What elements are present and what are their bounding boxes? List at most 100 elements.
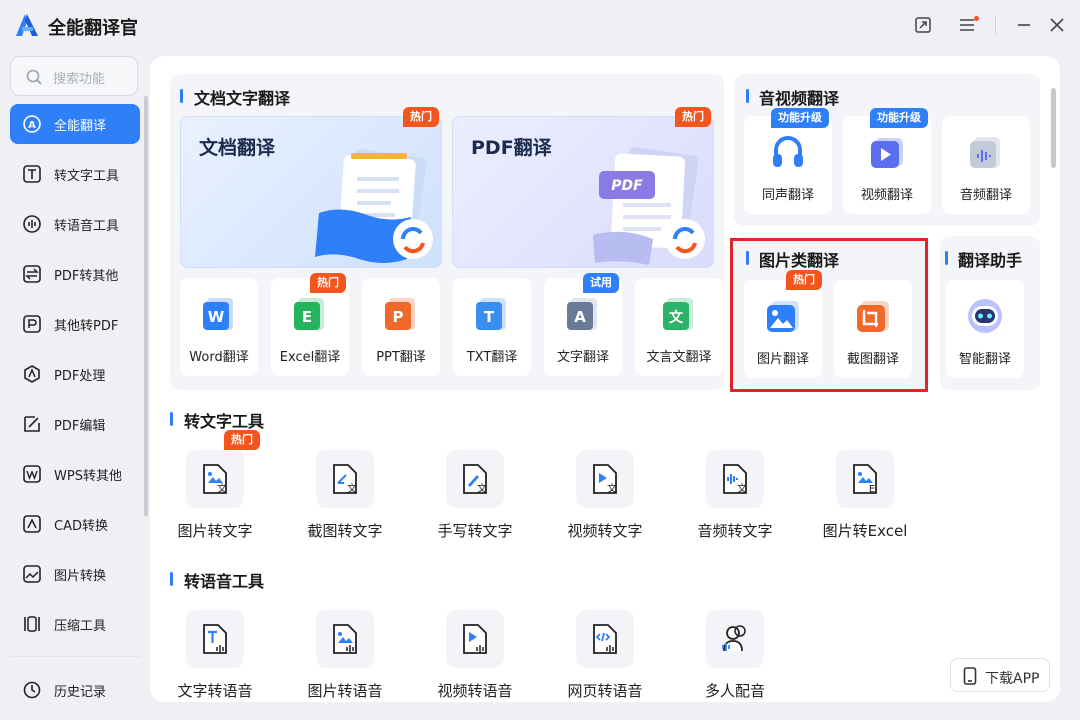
image-to-excel-tool[interactable]: E 图片转Excel	[815, 450, 915, 550]
sidebar-divider	[10, 656, 140, 657]
sidebar-item-pdf-process[interactable]: PDF处理	[10, 354, 140, 394]
sidebar-item-to-pdf[interactable]: 其他转PDF	[10, 304, 140, 344]
audio-to-text-tool[interactable]: 文 音频转文字	[685, 450, 785, 550]
highlight-box	[730, 238, 928, 392]
close-icon[interactable]	[1047, 16, 1067, 36]
image-convert-icon	[23, 565, 41, 583]
video-translate-tile[interactable]: 视频翻译	[843, 116, 931, 214]
video-to-speech-icon	[463, 624, 487, 654]
search-placeholder: 搜索功能	[53, 72, 106, 87]
sidebar-item-label: WPS转其他	[54, 469, 122, 484]
section-marker	[945, 251, 948, 265]
sidebar-item-pdf-convert[interactable]: PDF转其他	[10, 254, 140, 294]
screenshot-to-text-tool[interactable]: 文 截图转文字	[295, 450, 395, 550]
multi-person-icon	[722, 625, 746, 652]
app-title: 全能翻译官	[48, 18, 138, 39]
trial-badge: 试用	[583, 273, 619, 293]
text-letter-icon: A	[567, 298, 597, 330]
svg-text:A: A	[574, 308, 586, 326]
tool-icon-box: 文	[706, 450, 764, 508]
tool-label: 截图转文字	[307, 522, 383, 540]
pdf-edit-icon	[24, 416, 40, 432]
card-title: 文档翻译	[199, 137, 276, 159]
pdf-translate-card[interactable]: PDF翻译 PDF	[452, 116, 714, 268]
doc-translate-card[interactable]: 文档翻译	[180, 116, 442, 268]
pdf-illustration-icon: PDF	[593, 147, 705, 265]
menu-icon[interactable]	[957, 16, 979, 36]
svg-text:T: T	[484, 308, 495, 326]
hot-badge: 热门	[310, 273, 346, 293]
section-marker	[180, 89, 183, 103]
tool-icon-box: 文	[576, 450, 634, 508]
sidebar-item-text-tool[interactable]: 转文字工具	[10, 154, 140, 194]
ppt-translate-tile[interactable]: P PPT翻译	[362, 278, 440, 376]
tile-label: 文言文翻译	[646, 350, 712, 365]
cad-icon	[23, 515, 41, 533]
section-title: 音视频翻译	[759, 89, 840, 108]
image-to-text-tool[interactable]: 文 图片转文字	[165, 450, 265, 550]
txt-translate-tile[interactable]: T TXT翻译	[453, 278, 531, 376]
multi-voice-dubbing-tool[interactable]: 多人配音	[685, 610, 785, 702]
voice-tool-icon	[23, 215, 41, 233]
history-icon	[23, 681, 41, 699]
pdf-process-icon	[24, 365, 40, 383]
ppt-icon: P	[385, 298, 415, 330]
svg-text:P: P	[393, 308, 404, 326]
tool-icon-box: 文	[316, 450, 374, 508]
doc-translate-panel: 文档文字翻译 文档翻译 热门 PDF翻译 PDF 热门 W Word翻译 E E…	[170, 74, 724, 390]
tool-label: 手写转文字	[437, 522, 513, 540]
video-to-speech-tool[interactable]: 视频转语音	[425, 610, 525, 702]
sidebar-item-compress[interactable]: 压缩工具	[10, 604, 140, 644]
tile-label: PPT翻译	[376, 350, 426, 365]
screenshot-to-text-icon: 文	[333, 464, 357, 495]
tile-label: 智能翻译	[958, 352, 1011, 367]
webpage-to-speech-tool[interactable]: 网页转语音	[555, 610, 655, 702]
hot-badge: 热门	[675, 107, 711, 127]
tool-label: 网页转语音	[567, 682, 643, 700]
search-input[interactable]: 搜索功能	[10, 56, 138, 96]
classical-chinese-icon: 文	[663, 298, 693, 330]
translate-icon: A	[23, 115, 41, 133]
excel-icon: E	[294, 298, 324, 330]
sidebar-item-all-translate[interactable]: A 全能翻译	[10, 104, 140, 144]
tile-label: TXT翻译	[466, 350, 518, 365]
titlebar-divider	[995, 16, 996, 34]
sidebar-item-cad[interactable]: CAD转换	[10, 504, 140, 544]
sidebar-item-voice-tool[interactable]: 转语音工具	[10, 204, 140, 244]
svg-text:文: 文	[669, 309, 684, 326]
svg-text:文: 文	[217, 482, 227, 495]
tool-label: 多人配音	[704, 682, 765, 700]
simultaneous-translate-tile[interactable]: 同声翻译	[744, 116, 832, 214]
download-label: 下载APP	[985, 671, 1040, 687]
smart-translate-tile[interactable]: 智能翻译	[946, 280, 1024, 378]
tool-label: 图片转Excel	[822, 522, 908, 540]
content-scrollbar[interactable]	[1051, 88, 1056, 168]
svg-text:E: E	[869, 484, 875, 495]
sidebar-item-label: 全能翻译	[54, 119, 107, 134]
classical-chinese-translate-tile[interactable]: 文 文言文翻译	[635, 278, 723, 376]
handwriting-to-text-tool[interactable]: 文 手写转文字	[425, 450, 525, 550]
video-to-text-tool[interactable]: 文 视频转文字	[555, 450, 655, 550]
word-translate-tile[interactable]: W Word翻译	[180, 278, 258, 376]
mini-mode-icon[interactable]	[913, 16, 933, 36]
title-bar: 全能翻译官	[0, 0, 1080, 52]
audio-to-text-icon: 文	[723, 464, 747, 495]
handwriting-icon: 文	[463, 464, 487, 495]
notification-dot	[974, 16, 979, 21]
sidebar-item-image-convert[interactable]: 图片转换	[10, 554, 140, 594]
image-to-speech-tool[interactable]: 图片转语音	[295, 610, 395, 702]
sidebar-item-history[interactable]: 历史记录	[10, 670, 140, 710]
sidebar-item-pdf-edit[interactable]: PDF编辑	[10, 404, 140, 444]
minimize-icon[interactable]	[1014, 16, 1034, 36]
text-to-speech-tool[interactable]: 文字转语音	[165, 610, 265, 702]
sidebar-scrollbar[interactable]	[144, 96, 148, 516]
text-to-speech-icon	[203, 624, 227, 654]
text-tool-icon	[23, 165, 41, 183]
audio-translate-tile[interactable]: 音频翻译	[942, 116, 1030, 214]
sidebar-item-wps[interactable]: WPS转其他	[10, 454, 140, 494]
download-app-button[interactable]: 下载APP	[950, 658, 1050, 692]
sidebar-item-label: 压缩工具	[54, 619, 107, 634]
sidebar-item-label: CAD转换	[54, 519, 108, 534]
tool-label: 文字转语音	[177, 682, 253, 700]
tool-icon-box	[576, 610, 634, 668]
